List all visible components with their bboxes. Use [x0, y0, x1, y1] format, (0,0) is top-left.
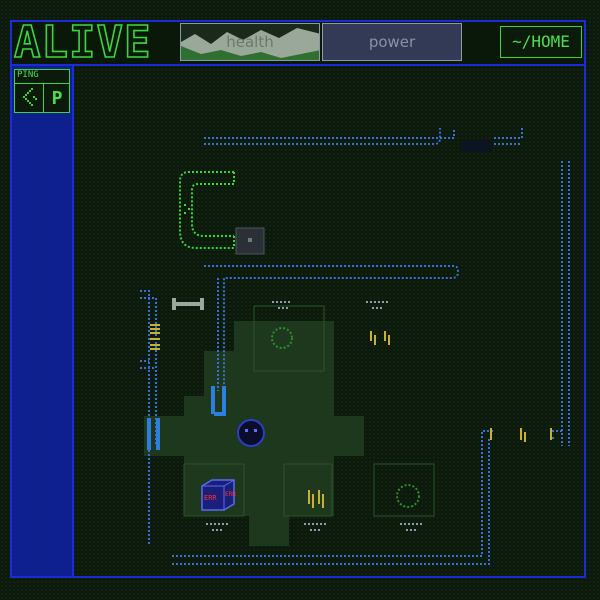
- player-icon[interactable]: [237, 419, 265, 447]
- home-button[interactable]: ~/HOME: [500, 26, 582, 58]
- game-map[interactable]: ERR ERR: [74, 66, 584, 576]
- health-label: health: [226, 33, 274, 51]
- ping-key: P: [51, 88, 63, 109]
- ping-label: PING: [17, 70, 39, 80]
- terminal-icon: [235, 227, 265, 255]
- wall-gap: [461, 140, 491, 152]
- game-logo: ALIVE: [13, 17, 152, 68]
- power-label: power: [368, 33, 416, 51]
- sidebar: [12, 66, 74, 576]
- crate-label-right: ERR: [225, 491, 236, 498]
- crate-label-left: ERR: [204, 494, 217, 502]
- ping-icon[interactable]: [17, 84, 44, 113]
- map-canvas: ERR ERR: [140, 128, 570, 565]
- ping-panel[interactable]: PING P: [14, 69, 70, 113]
- green-key-icon: [184, 204, 190, 214]
- health-meter: health: [180, 23, 320, 61]
- crate-icon[interactable]: ERR ERR: [201, 479, 236, 511]
- power-meter: power: [322, 23, 462, 61]
- ping-row: P: [15, 83, 69, 113]
- bone-icon[interactable]: [172, 298, 204, 310]
